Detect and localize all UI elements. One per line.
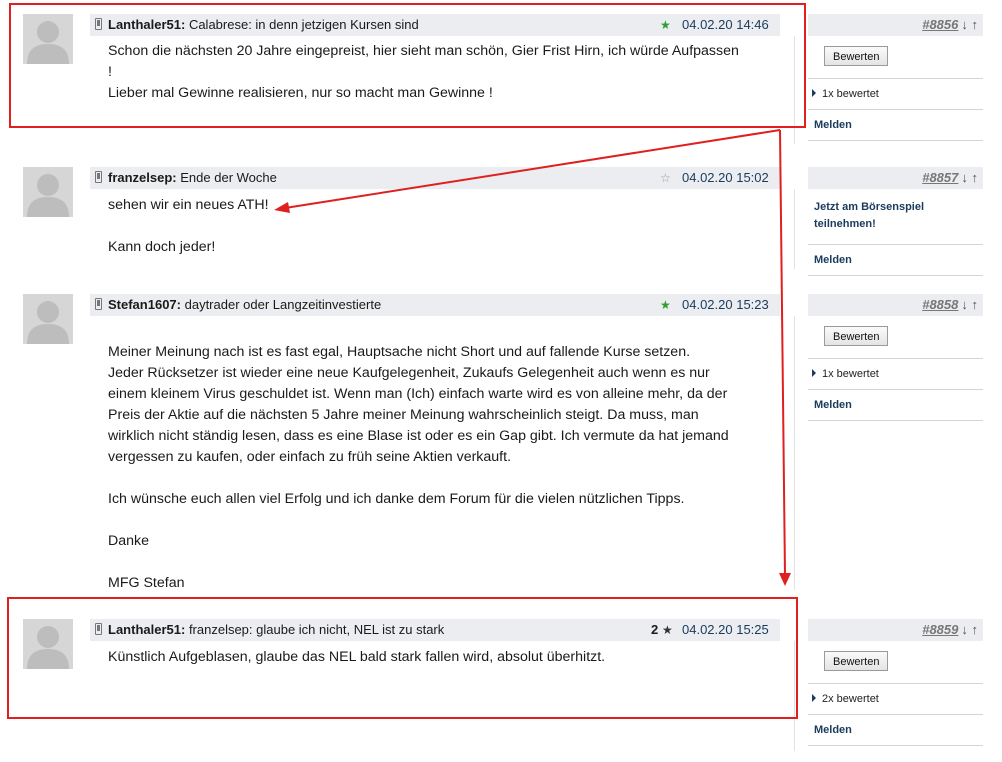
post-number-bar: #8857 ↓ ↑	[808, 167, 983, 189]
post-number-bar: #8859 ↓ ↑	[808, 619, 983, 641]
star-outline-icon[interactable]: ☆	[660, 167, 671, 189]
report-link[interactable]: Melden	[808, 390, 983, 421]
post-number-bar: #8856 ↓ ↑	[808, 14, 983, 36]
annotation-box	[7, 597, 798, 719]
mobile-icon	[95, 298, 102, 310]
rated-toggle[interactable]: 1x bewertet	[808, 79, 983, 110]
rate-button[interactable]: Bewerten	[824, 46, 889, 66]
post-number-bar: #8858 ↓ ↑	[808, 294, 983, 316]
nav-arrows[interactable]: ↓ ↑	[958, 622, 983, 637]
post-header: franzelsep: Ende der Woche ☆ 04.02.20 15…	[90, 167, 780, 189]
post-timestamp: 04.02.20 15:23	[682, 297, 769, 312]
post-actions: Bewerten 2x bewertet Melden	[808, 643, 983, 746]
expand-icon	[812, 369, 816, 377]
rated-toggle[interactable]: 2x bewertet	[808, 684, 983, 715]
post-timestamp: 04.02.20 15:02	[682, 170, 769, 185]
user-avatar[interactable]	[23, 294, 73, 344]
post-subject: Ende der Woche	[180, 170, 277, 185]
annotation-box	[9, 3, 806, 128]
post-author[interactable]: franzelsep:	[108, 170, 177, 185]
mobile-icon	[95, 171, 102, 183]
post-actions: Bewerten 1x bewertet Melden	[808, 38, 983, 141]
rate-button[interactable]: Bewerten	[824, 651, 889, 671]
post-author[interactable]: Stefan1607:	[108, 297, 181, 312]
post-number-link[interactable]: #8856	[922, 17, 958, 32]
post-actions: Jetzt am Börsenspiel teilnehmen! Melden	[808, 189, 983, 276]
post-number-link[interactable]: #8857	[922, 170, 958, 185]
star-icon[interactable]: ★	[660, 294, 671, 316]
join-game-link[interactable]: Jetzt am Börsenspiel teilnehmen!	[808, 189, 944, 245]
user-avatar[interactable]	[23, 167, 73, 217]
post-title: franzelsep: Ende der Woche	[108, 167, 277, 189]
post-header: Stefan1607: daytrader oder Langzeitinves…	[90, 294, 780, 316]
report-link[interactable]: Melden	[808, 245, 983, 276]
nav-arrows[interactable]: ↓ ↑	[958, 170, 983, 185]
rate-button[interactable]: Bewerten	[824, 326, 889, 346]
post-number-link[interactable]: #8858	[922, 297, 958, 312]
rated-count: 1x bewertet	[822, 368, 879, 380]
post-subject: daytrader oder Langzeitinvestierte	[184, 297, 382, 312]
report-link[interactable]: Melden	[808, 715, 983, 746]
post-title: Stefan1607: daytrader oder Langzeitinves…	[108, 294, 381, 316]
report-link[interactable]: Melden	[808, 110, 983, 141]
post-body: Meiner Meinung nach ist es fast egal, Ha…	[108, 344, 729, 591]
rated-toggle[interactable]: 1x bewertet	[808, 359, 983, 390]
post-body: sehen wir ein neues ATH! Kann doch jeder…	[108, 197, 269, 255]
nav-arrows[interactable]: ↓ ↑	[958, 17, 983, 32]
expand-icon	[812, 89, 816, 97]
post-actions: Bewerten 1x bewertet Melden	[808, 318, 983, 421]
rated-count: 2x bewertet	[822, 693, 879, 705]
column-divider	[794, 189, 795, 269]
nav-arrows[interactable]: ↓ ↑	[958, 297, 983, 312]
expand-icon	[812, 694, 816, 702]
column-divider	[794, 316, 795, 590]
post-number-link[interactable]: #8859	[922, 622, 958, 637]
rated-count: 1x bewertet	[822, 88, 879, 100]
